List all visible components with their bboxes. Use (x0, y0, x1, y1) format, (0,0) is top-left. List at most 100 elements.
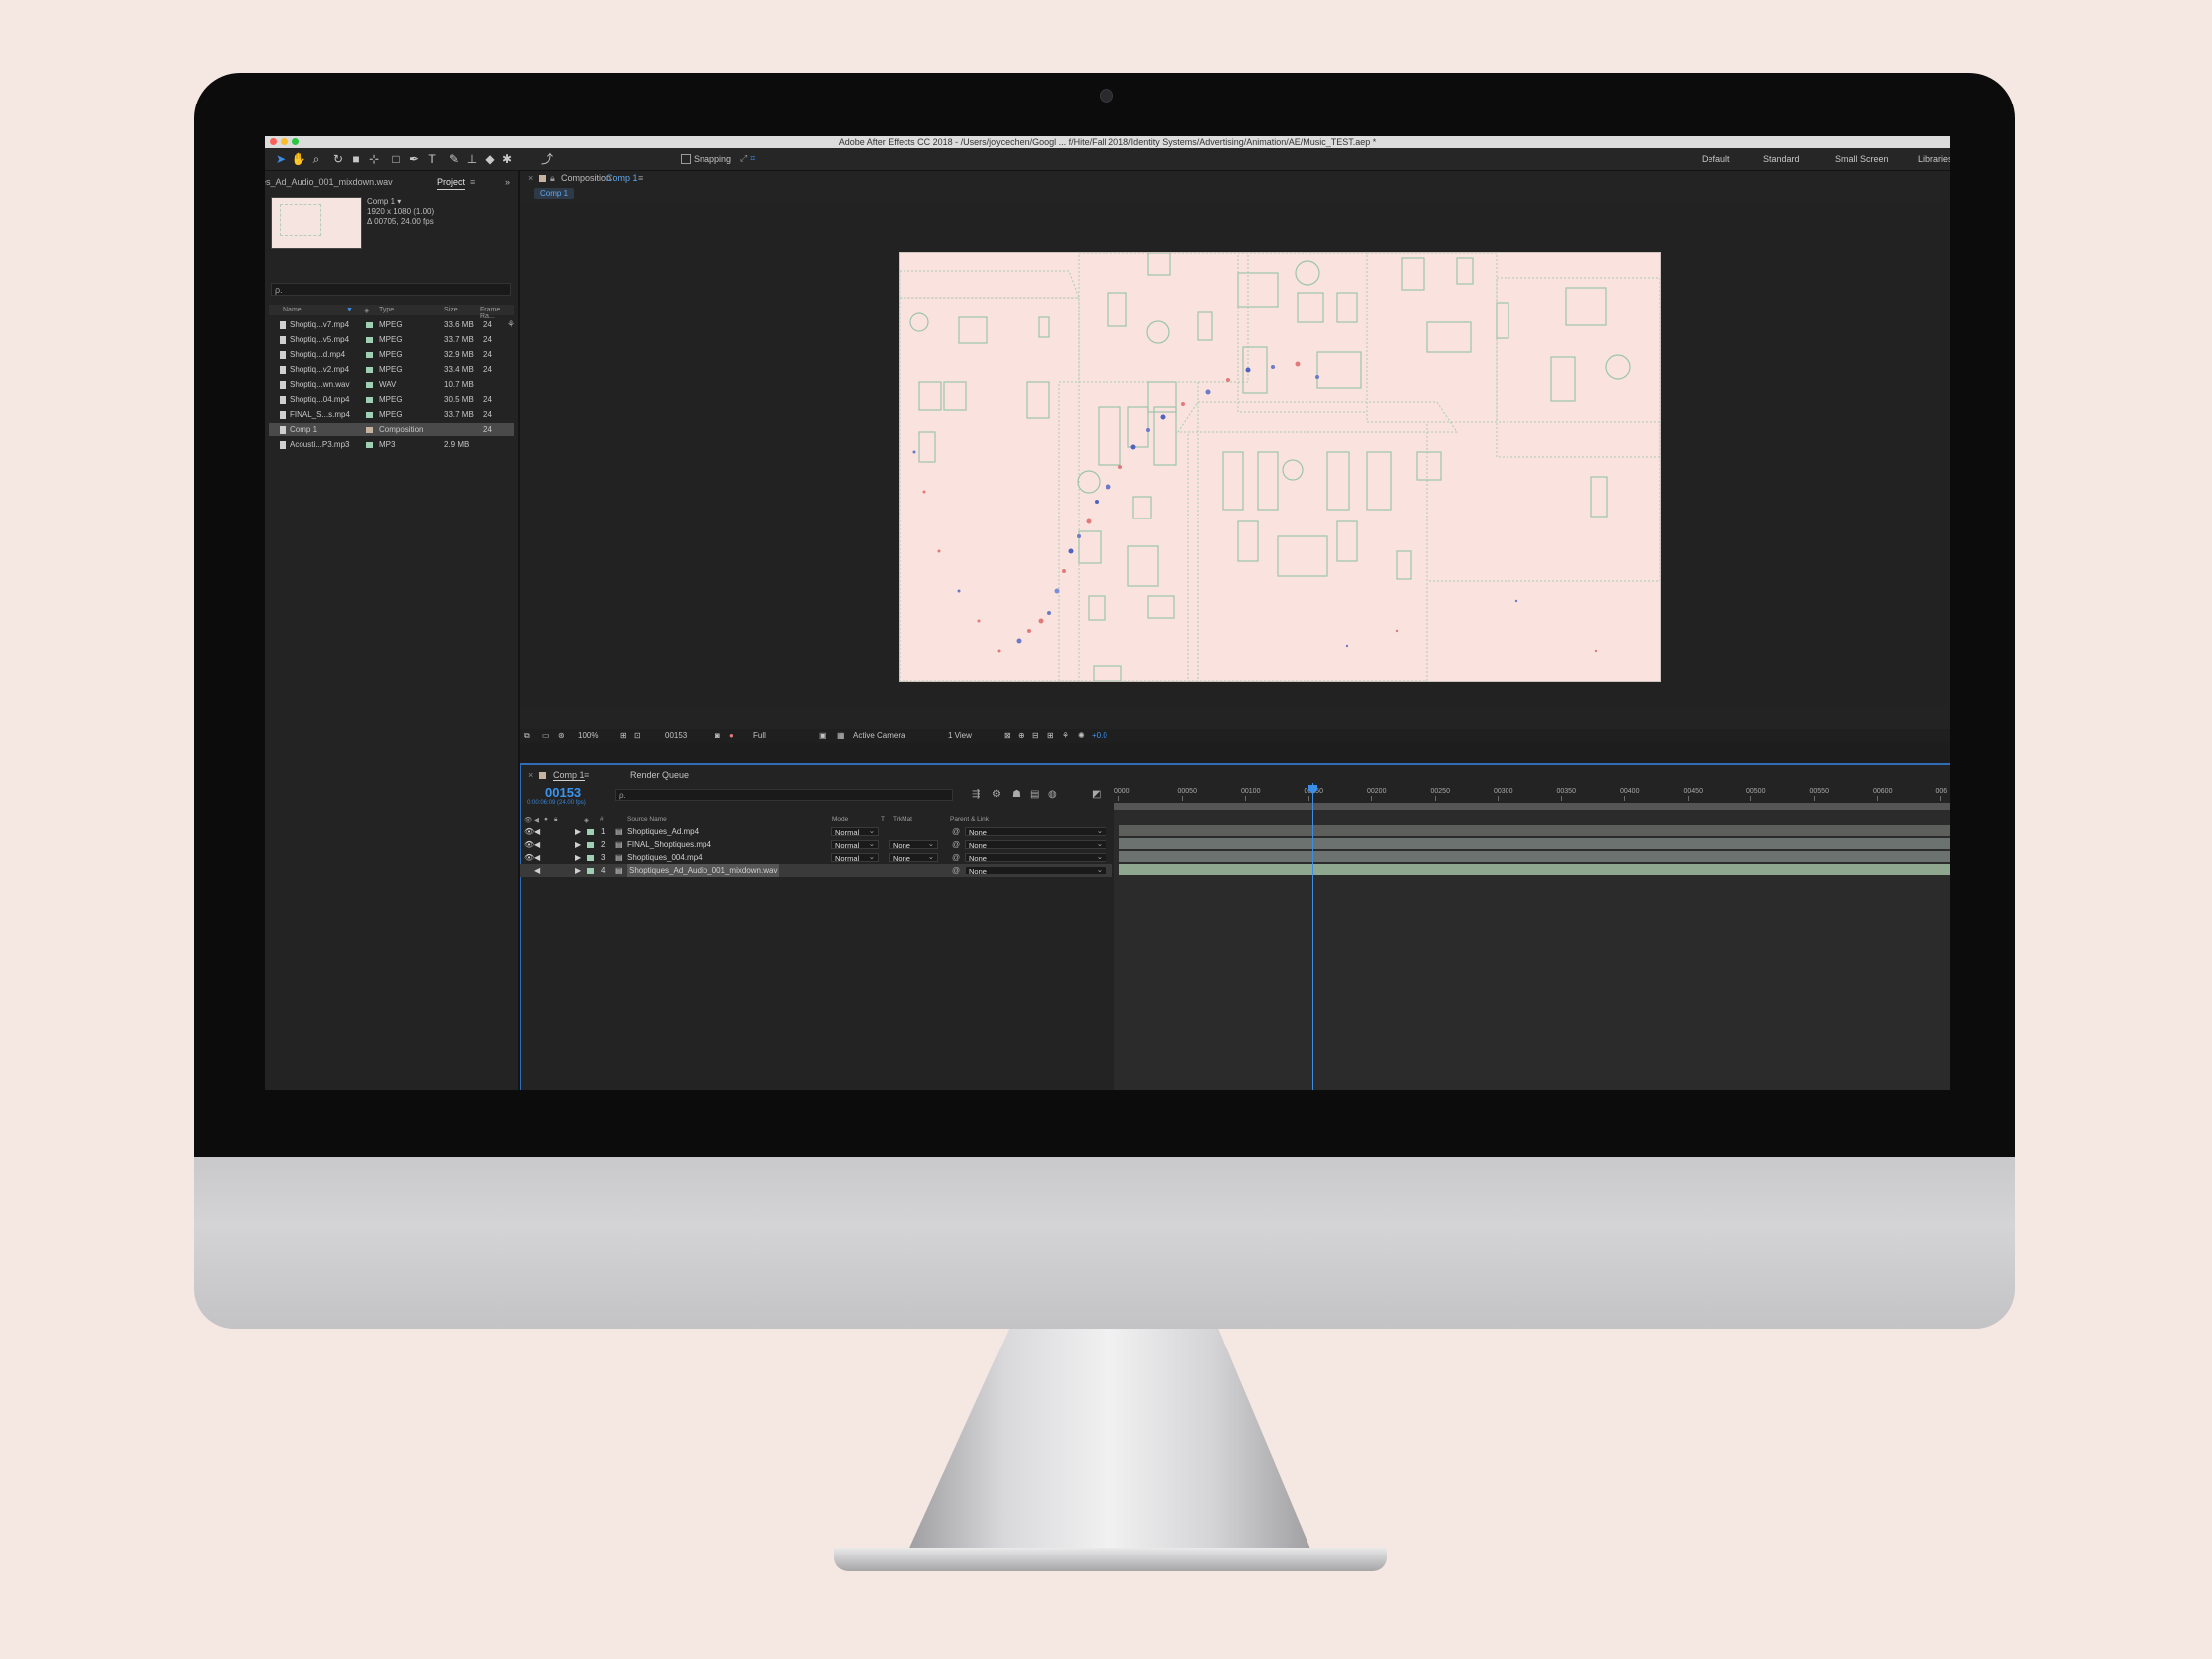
panel-menu-icon[interactable]: ≡ (470, 177, 475, 187)
expand-panels-icon[interactable]: » (505, 177, 510, 187)
current-time-display[interactable]: 00153 (545, 785, 581, 800)
pick-whip-icon[interactable]: @ (952, 825, 960, 838)
project-item[interactable]: FINAL_S...s.mp4 MPEG 33.7 MB 24 (269, 408, 514, 421)
zoom-tool-icon[interactable]: ⌕ (308, 151, 324, 167)
column-type[interactable]: Type (379, 307, 394, 313)
views-select[interactable]: 1 View (948, 729, 972, 743)
tab-project[interactable]: Project (437, 177, 466, 190)
frame-blending-icon[interactable]: ▤ (1030, 789, 1039, 800)
comp-subtab[interactable]: Comp 1 (534, 188, 575, 199)
blend-mode-select[interactable]: Normal (831, 852, 879, 863)
layer-row[interactable]: 👁︎◀ ▶ 2 ▤ FINAL_Shoptiques.mp4 Normal None @ Non… (520, 838, 1112, 851)
pick-whip-icon[interactable]: @ (952, 864, 960, 877)
layer-label-swatch[interactable] (587, 829, 594, 835)
expand-layer-icon[interactable]: ▶ (575, 851, 581, 864)
selected-item-name[interactable]: Comp 1 ▾ (367, 197, 434, 207)
magnification-select[interactable]: 100% (578, 729, 598, 743)
pan-behind-tool-icon[interactable]: ⊹ (366, 151, 382, 167)
column-name[interactable]: Name (283, 307, 302, 313)
close-button[interactable] (270, 138, 277, 145)
video-eye-icon[interactable]: 👁︎ (524, 851, 534, 864)
expand-layer-icon[interactable]: ▶ (575, 825, 581, 838)
layer-duration-bar[interactable] (1119, 825, 1950, 836)
selection-tool-icon[interactable]: ➤ (273, 151, 289, 167)
fast-previews-icon[interactable]: ⊟ (1032, 729, 1039, 743)
hand-tool-icon[interactable]: ✋ (291, 151, 306, 167)
audio-speaker-icon[interactable]: ◀ (534, 825, 540, 838)
column-source-name[interactable]: Source Name (627, 816, 667, 823)
blend-mode-select[interactable]: Normal (831, 839, 879, 850)
audio-speaker-icon[interactable]: ◀ (534, 838, 540, 851)
workspace-libraries[interactable]: Libraries (1918, 154, 1950, 164)
video-eye-icon[interactable]: 👁︎ (524, 838, 534, 851)
close-tab-icon[interactable]: × (528, 173, 533, 183)
layer-label-swatch[interactable] (587, 868, 594, 874)
layer-source-name[interactable]: Shoptiques_004.mp4 (627, 851, 703, 864)
label-column-icon[interactable]: ◈ (364, 307, 369, 314)
timeline-icon[interactable]: ⊞ (1047, 729, 1054, 743)
zoom-button[interactable] (292, 138, 299, 145)
workspace-default[interactable]: Default (1702, 154, 1730, 164)
project-item[interactable]: Shoptiq...v2.mp4 MPEG 33.4 MB 24 (269, 363, 514, 376)
show-channel-icon[interactable]: ● (729, 729, 734, 743)
roi-icon[interactable]: ▣ (819, 729, 827, 743)
snap-features-icon[interactable]: ⌗ (750, 153, 755, 164)
layer-label-swatch[interactable] (587, 842, 594, 848)
current-frame[interactable]: 00153 (665, 729, 687, 743)
reset-exposure-icon[interactable]: ⊕ (1018, 729, 1025, 743)
parent-select[interactable]: None (965, 852, 1106, 863)
layer-search-input[interactable]: ρ. (615, 789, 953, 801)
exposure-value[interactable]: +0.0 (1092, 729, 1107, 743)
comp-mini-flowchart-icon[interactable]: ⇶ (972, 789, 980, 800)
brush-tool-icon[interactable]: ✎ (446, 151, 462, 167)
project-search-input[interactable]: ρ. (271, 283, 511, 296)
minimize-button[interactable] (281, 138, 288, 145)
snapping-toggle[interactable]: Snapping ⤢ ⌗ (681, 153, 755, 164)
project-item[interactable]: Shoptiq...wn.wav WAV 10.7 MB (269, 378, 514, 391)
audio-speaker-icon[interactable]: ◀ (534, 851, 540, 864)
column-parent-link[interactable]: Parent & Link (950, 816, 989, 823)
snapping-checkbox[interactable] (681, 153, 691, 164)
time-ruler[interactable]: 0000000500010000150002000025000300003500… (1114, 783, 1950, 803)
project-item[interactable]: Shoptiq...v7.mp4 MPEG 33.6 MB 24 (269, 318, 514, 331)
pick-whip-icon[interactable]: @ (952, 838, 960, 851)
video-eye-icon[interactable]: 👁︎ (524, 825, 534, 838)
label-color-swatch[interactable] (366, 352, 373, 358)
transparency-grid-icon[interactable]: ▦ (837, 729, 845, 743)
label-color-swatch[interactable] (366, 367, 373, 373)
label-color-swatch[interactable] (366, 322, 373, 328)
layer-label-swatch[interactable] (587, 855, 594, 861)
project-item[interactable]: Shoptiq...04.mp4 MPEG 30.5 MB 24 (269, 393, 514, 406)
mask-visibility-icon[interactable]: ⊛ (558, 729, 565, 743)
parent-select[interactable]: None (965, 839, 1106, 850)
exposure-icon[interactable]: ✺ (1078, 729, 1085, 743)
lock-switch-icon[interactable]: 🔒︎ (554, 816, 557, 824)
layer-source-name[interactable]: FINAL_Shoptiques.mp4 (627, 838, 711, 851)
column-trkmat[interactable]: TrkMat (893, 816, 912, 823)
tab-render-queue[interactable]: Render Queue (630, 770, 689, 780)
layer-duration-bar[interactable] (1119, 864, 1950, 875)
project-item[interactable]: Shoptiq...d.mp4 MPEG 32.9 MB 24 (269, 348, 514, 361)
expand-layer-icon[interactable]: ▶ (575, 838, 581, 851)
lock-icon[interactable]: 🔒︎ (550, 173, 555, 184)
flowchart-icon[interactable]: ⚘ (507, 319, 515, 330)
parent-select[interactable]: None (965, 826, 1106, 837)
snap-edges-icon[interactable]: ⤢ (740, 153, 747, 164)
expand-layer-icon[interactable]: ▶ (575, 864, 581, 877)
type-tool-icon[interactable]: T (424, 151, 440, 167)
label-color-swatch[interactable] (366, 337, 373, 343)
solo-switch-icon[interactable]: ● (544, 816, 548, 823)
always-preview-icon[interactable]: ⧉ (524, 729, 530, 743)
workspace-small-screen[interactable]: Small Screen (1835, 154, 1889, 164)
timeline-graph-area[interactable]: 0000000500010000150002000025000300003500… (1114, 783, 1950, 1090)
viewer-menu-icon[interactable]: ≡ (638, 173, 643, 183)
layer-row[interactable]: 👁︎◀ ▶ 1 ▤ Shoptiques_Ad.mp4 Normal @ None (520, 825, 1112, 838)
rotate-tool-icon[interactable]: ↻ (330, 151, 346, 167)
label-color-swatch[interactable] (366, 397, 373, 403)
layer-duration-bar[interactable] (1119, 851, 1950, 862)
resolution-select[interactable]: Full (753, 729, 766, 743)
layer-row[interactable]: ◀ ▶ 4 ▤ Shoptiques_Ad_Audio_001_mixdown.wav @… (520, 864, 1112, 877)
layer-source-name[interactable]: Shoptiques_Ad_Audio_001_mixdown.wav (627, 864, 780, 877)
workspace-standard[interactable]: Standard (1763, 154, 1800, 164)
grid-icon[interactable]: ⊞ (620, 729, 627, 743)
